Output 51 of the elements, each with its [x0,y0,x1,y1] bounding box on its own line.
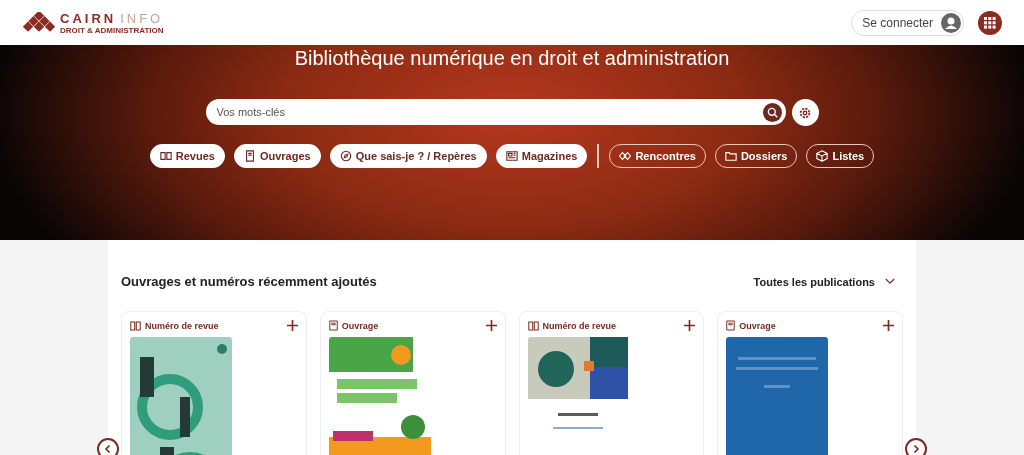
apps-menu-button[interactable] [978,10,1002,35]
add-button[interactable] [883,320,894,331]
publication-card[interactable]: Numéro de revue [518,311,705,455]
publication-type-label: Numéro de revue [542,320,618,331]
folder-icon [724,150,737,162]
open-book-icon [527,320,539,331]
logo-icon [22,11,56,34]
grid-icon [984,16,996,29]
login-button[interactable]: Se connecter [851,9,964,36]
category-chip[interactable]: Magazines [495,144,588,168]
category-chip[interactable]: Que sais-je ? / Repères [329,144,487,168]
settings-button[interactable] [791,99,819,126]
logo-subtitle: DROIT & ADMINISTRATION [60,25,164,35]
diamonds-icon [619,150,632,162]
compass-icon [339,150,352,162]
plus-icon [883,320,894,331]
add-button[interactable] [485,320,497,331]
publication-filter-dropdown[interactable]: Toutes les publications [753,275,903,288]
newspaper-icon [505,150,518,162]
next-button[interactable] [905,438,927,455]
section-title: Ouvrages et numéros récemment ajoutés [121,274,377,289]
publication-card[interactable]: Numéro de revue [121,311,307,455]
book-icon [328,320,338,331]
add-button[interactable] [684,320,696,331]
plus-icon [485,320,497,331]
category-chip[interactable]: Revues [149,144,225,168]
category-chip[interactable]: Ouvrages [233,144,321,168]
user-icon [941,12,961,33]
publication-card[interactable]: Ouvrage [319,311,506,455]
settings-icon [798,105,812,120]
open-book-icon [130,320,141,331]
publication-card[interactable]: Ouvrage [717,311,903,455]
previous-button[interactable] [97,438,119,455]
hero-title: Bibliothèque numérique en droit et administration [294,47,730,70]
chevron-down-icon [885,278,895,285]
plus-icon [286,320,298,331]
book-icon [726,320,736,331]
book-icon [243,150,256,162]
publication-type-label: Ouvrage [739,320,777,331]
add-button[interactable] [286,320,298,331]
chevron-left-icon [103,444,113,454]
open-book-icon [159,150,172,162]
search-icon [766,106,778,118]
chevron-right-icon [911,444,921,454]
publication-type-label: Numéro de revue [145,320,220,331]
plus-icon [684,320,696,331]
box-icon [816,150,829,162]
search-field[interactable]: Vos mots-clés [205,99,786,125]
logo-name: CAIRN [60,10,117,26]
publication-type-label: Ouvrage [341,320,380,331]
logo-suffix: INFO [120,10,164,26]
